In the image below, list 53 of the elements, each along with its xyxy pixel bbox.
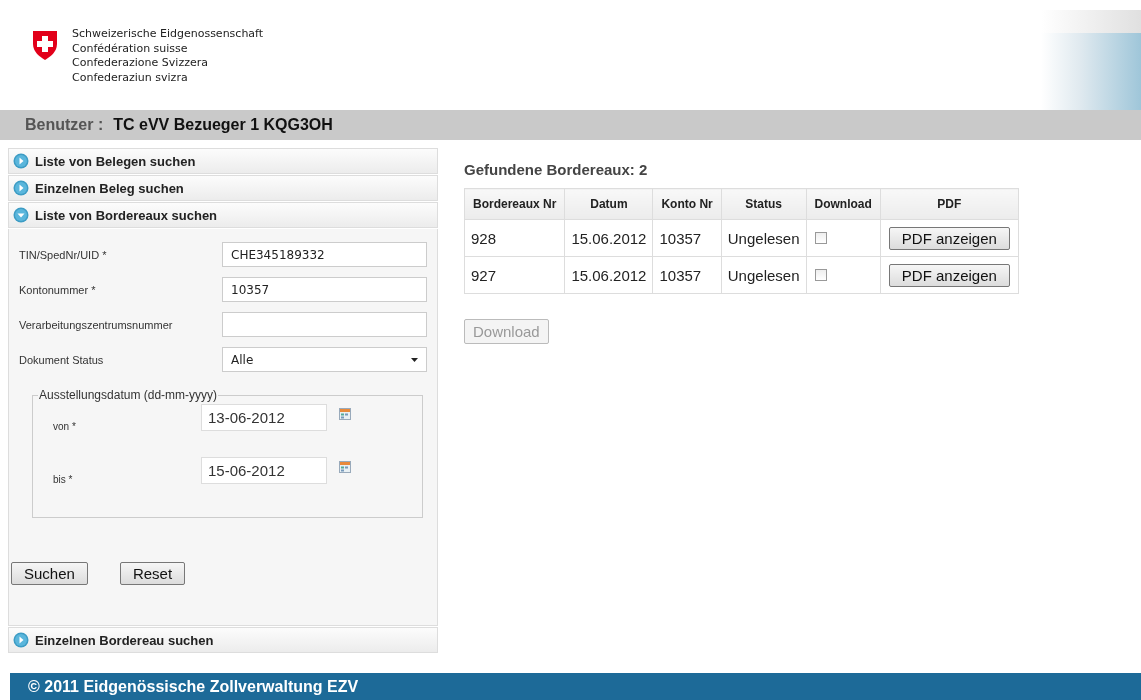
organization-name-line: Confederazione Svizzera (72, 56, 209, 71)
table-cell: Ungelesen (721, 219, 806, 257)
field-label: von * (53, 420, 77, 432)
field-label: bis * (53, 473, 74, 485)
field-label: Verarbeitungszentrumsnummer (19, 318, 174, 331)
calendar-icon[interactable] (339, 408, 351, 420)
column-header: PDF (880, 188, 1019, 220)
copyright-text: © 2011 Eidgenössische Zollverwaltung EZV (28, 677, 359, 696)
collapse-icon (13, 207, 29, 223)
checkbox[interactable] (814, 269, 827, 281)
swiss-shield-icon (32, 30, 58, 61)
field-label: Dokument Status (19, 353, 105, 366)
pdf-button[interactable]: PDF anzeigen (888, 226, 1010, 250)
field-label: TIN/SpedNr/UID * (19, 248, 108, 261)
organization-name-line: Schweizerische Eidgenossenschaft (72, 27, 264, 42)
calendar-icon[interactable] (339, 461, 351, 473)
accordion-header[interactable]: Einzelnen Bordereau suchen (8, 627, 438, 653)
field-label: Kontonummer * (19, 283, 97, 296)
accordion-header[interactable]: Einzelnen Beleg suchen (8, 175, 438, 201)
date-field[interactable]: 13-06-2012 (201, 404, 327, 431)
accordion-header[interactable]: Liste von Bordereaux suchen (8, 202, 438, 228)
checkbox[interactable] (814, 232, 827, 244)
results-heading: Gefundene Bordereaux: 2 (464, 161, 649, 178)
expand-icon (13, 180, 29, 196)
user-name: TC eVV Bezueger 1 KQG3OH (113, 116, 333, 134)
organization-name-line: Confederaziun svizra (72, 70, 189, 85)
column-header: Status (721, 188, 806, 220)
input-field[interactable]: CHE345189332 (222, 242, 427, 267)
form-button[interactable]: Suchen (11, 562, 88, 585)
table-cell: Ungelesen (721, 256, 806, 294)
date-field[interactable]: 15-06-2012 (201, 457, 327, 484)
table-cell: 10357 (652, 219, 722, 257)
table-cell: 15.06.2012 (564, 219, 653, 257)
input-field[interactable]: 10357 (222, 277, 427, 302)
organization-name-line: Confédération suisse (72, 41, 189, 56)
form-button[interactable]: Reset (119, 562, 186, 585)
column-header: Download (806, 188, 881, 220)
user-label: Benutzer : (25, 116, 104, 134)
input-field[interactable] (222, 312, 427, 337)
table-cell: 10357 (652, 256, 722, 294)
status-dropdown[interactable]: Alle (222, 347, 427, 372)
expand-icon (13, 153, 29, 169)
column-header: Datum (564, 188, 653, 220)
accordion-header[interactable]: Liste von Belegen suchen (8, 148, 438, 174)
dropdown-arrow-icon (411, 357, 418, 362)
pdf-button[interactable]: PDF anzeigen (888, 263, 1010, 287)
expand-icon (13, 632, 29, 648)
column-header: Bordereaux Nr (464, 188, 565, 220)
table-cell: 927 (464, 256, 565, 294)
group-legend: Ausstellungsdatum (dd-mm-yyyy) (38, 388, 219, 402)
column-header: Konto Nr (652, 188, 722, 220)
table-cell: 15.06.2012 (564, 256, 653, 294)
table-cell: 928 (464, 219, 565, 257)
